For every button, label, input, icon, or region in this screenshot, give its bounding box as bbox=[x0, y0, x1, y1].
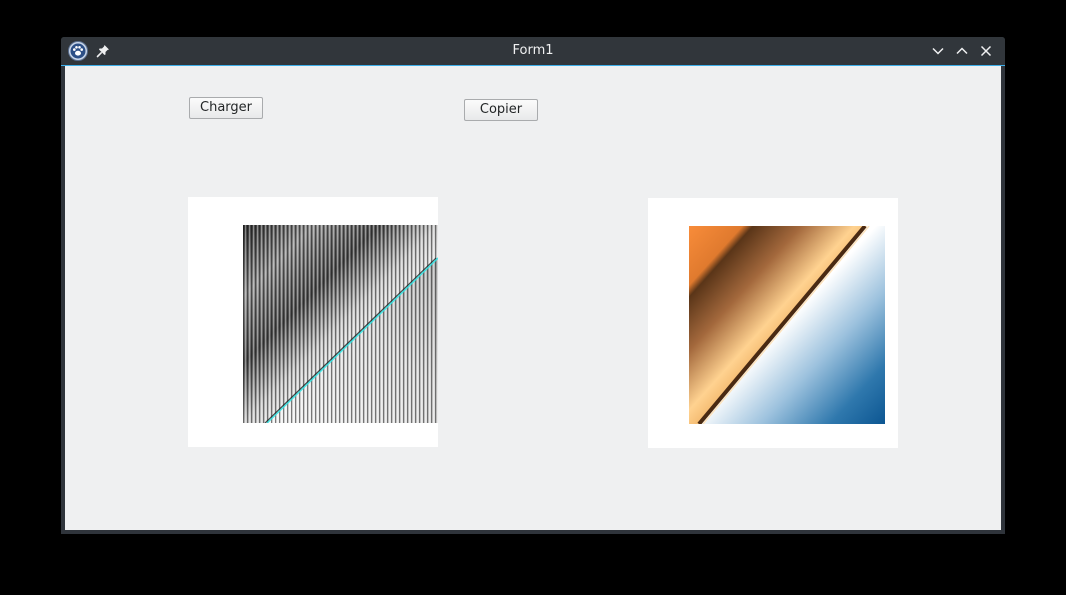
title-bar[interactable]: Form1 bbox=[61, 37, 1005, 66]
load-button[interactable]: Charger bbox=[189, 97, 263, 119]
copy-button[interactable]: Copier bbox=[464, 99, 538, 121]
maximize-button[interactable] bbox=[953, 42, 971, 60]
copy-image-box bbox=[648, 198, 898, 448]
source-image bbox=[243, 225, 438, 423]
copy-image bbox=[689, 226, 885, 424]
minimize-button[interactable] bbox=[929, 42, 947, 60]
form1-window: Form1 Charger Copier bbox=[61, 37, 1005, 534]
form-client-area: Charger Copier bbox=[65, 66, 1001, 530]
window-title: Form1 bbox=[512, 43, 554, 58]
source-image-box bbox=[188, 197, 438, 447]
close-button[interactable] bbox=[977, 42, 995, 60]
